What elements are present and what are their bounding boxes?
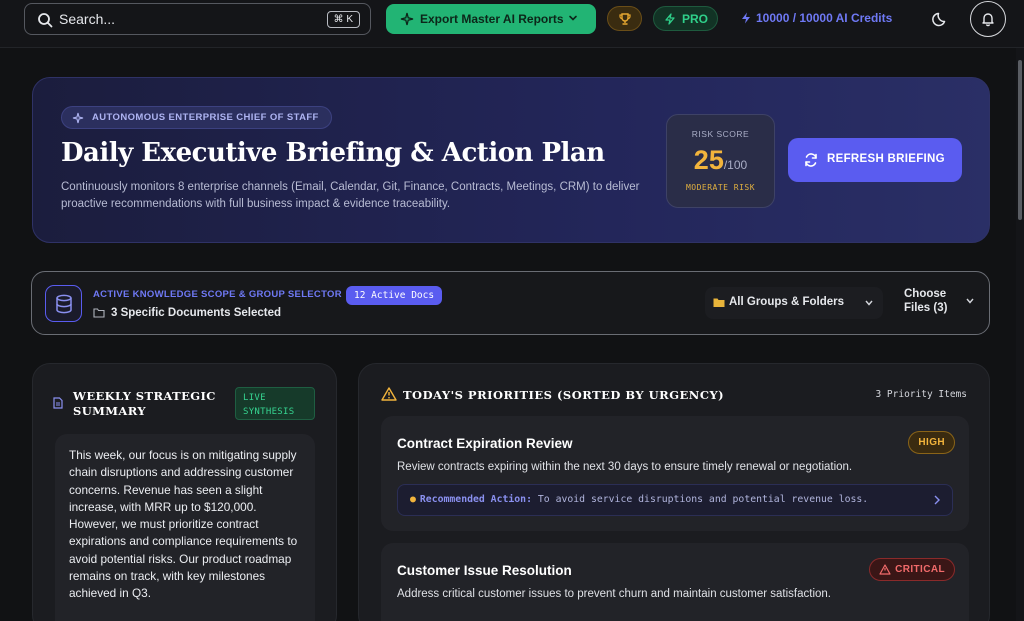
- scope-title: ACTIVE KNOWLEDGE SCOPE & GROUP SELECTOR: [93, 289, 342, 300]
- chevron-down-icon: [569, 15, 577, 21]
- recommended-action[interactable]: ● Recommended Action: To avoid service di…: [397, 484, 953, 516]
- chevron-down-icon: [966, 298, 974, 304]
- risk-score-number: 25: [693, 145, 724, 175]
- recommended-action-text: To avoid service disruptions and potenti…: [531, 494, 869, 505]
- choose-files-label: Choose Files (3): [904, 288, 948, 314]
- hero-description: Continuously monitors 8 enterprise chann…: [61, 181, 640, 210]
- risk-score-card: RISK SCORE 25/100 MODERATE RISK: [666, 114, 775, 208]
- export-reports-label: Export Master AI Reports: [420, 12, 564, 26]
- ai-credits: 10000 / 10000 AI Credits: [740, 11, 892, 25]
- selected-documents-label: 3 Specific Documents Selected: [111, 307, 282, 319]
- priority-description: Address critical customer issues to prev…: [397, 588, 831, 600]
- risk-score-label: RISK SCORE: [691, 129, 750, 139]
- folder-icon: [713, 298, 725, 307]
- trophy-icon: [619, 13, 631, 25]
- risk-score-value: 25/100: [667, 145, 774, 176]
- top-bar: Search... ⌘ K Export Master AI Reports P…: [0, 0, 1024, 48]
- page-title: Daily Executive Briefing & Action Plan: [61, 138, 605, 168]
- bolt-icon: [665, 13, 675, 25]
- briefing-hero: AUTONOMOUS ENTERPRISE CHIEF OF STAFF Dai…: [32, 77, 990, 243]
- warning-icon: [879, 564, 891, 575]
- priority-title: Customer Issue Resolution: [397, 563, 572, 578]
- choose-files-button[interactable]: Choose Files (3): [904, 287, 974, 315]
- scrollbar-thumb[interactable]: [1018, 60, 1022, 220]
- bolt-icon: [742, 12, 750, 24]
- priority-title: Contract Expiration Review: [397, 436, 573, 451]
- priorities-panel: TODAY'S PRIORITIES (SORTED BY URGENCY) 3…: [358, 363, 990, 621]
- database-icon-box: [45, 285, 82, 322]
- export-reports-button[interactable]: Export Master AI Reports: [386, 4, 596, 34]
- sparkle-icon: [400, 12, 414, 26]
- refresh-icon: [805, 153, 817, 167]
- page-scrollbar[interactable]: [1016, 48, 1024, 621]
- pro-badge[interactable]: PRO: [653, 6, 718, 31]
- refresh-briefing-label: REFRESH BRIEFING: [827, 153, 945, 165]
- notifications-button[interactable]: [970, 1, 1006, 37]
- search-box[interactable]: Search... ⌘ K: [24, 3, 371, 35]
- priorities-title: TODAY'S PRIORITIES (SORTED BY URGENCY): [403, 388, 725, 402]
- priority-card[interactable]: Contract Expiration Review HIGH Review c…: [381, 416, 969, 531]
- selected-documents: 3 Specific Documents Selected: [93, 307, 281, 319]
- bell-icon: [982, 13, 994, 27]
- refresh-briefing-button[interactable]: REFRESH BRIEFING: [788, 138, 962, 182]
- priority-badge-critical: CRITICAL: [869, 558, 955, 581]
- live-synthesis-badge: LIVE SYNTHESIS: [235, 387, 315, 420]
- risk-level: MODERATE RISK: [685, 183, 756, 192]
- search-shortcut: ⌘ K: [326, 11, 360, 28]
- risk-score-max: /100: [723, 158, 748, 172]
- weekly-summary-title: WEEKLY STRATEGIC SUMMARY: [73, 389, 216, 418]
- knowledge-scope-bar: ACTIVE KNOWLEDGE SCOPE & GROUP SELECTOR …: [31, 271, 990, 335]
- priority-description: Review contracts expiring within the nex…: [397, 461, 853, 473]
- database-icon: [56, 294, 72, 314]
- ai-credits-label: 10000 / 10000 AI Credits: [756, 11, 893, 25]
- priority-badge-critical-label: CRITICAL: [895, 564, 945, 575]
- warning-icon: [381, 387, 397, 401]
- sparkle-icon: [72, 112, 84, 124]
- active-docs-badge: 12 Active Docs: [346, 286, 443, 305]
- chevron-down-icon: [865, 300, 873, 306]
- pro-label: PRO: [682, 12, 709, 26]
- achievements-button[interactable]: [607, 6, 642, 31]
- hero-badge: AUTONOMOUS ENTERPRISE CHIEF OF STAFF: [61, 106, 332, 129]
- document-icon: [53, 397, 63, 409]
- priority-count: 3 Priority Items: [875, 389, 967, 400]
- priority-badge-high: HIGH: [908, 431, 955, 454]
- moon-icon[interactable]: [932, 10, 950, 28]
- search-icon: [38, 13, 53, 28]
- folder-icon: [93, 308, 105, 318]
- groups-folders-label: All Groups & Folders: [729, 296, 845, 308]
- priority-card[interactable]: Customer Issue Resolution CRITICAL Addre…: [381, 543, 969, 621]
- lightbulb-icon: ●: [410, 494, 416, 505]
- weekly-summary-panel: WEEKLY STRATEGIC SUMMARY LIVE SYNTHESIS …: [32, 363, 337, 621]
- chevron-right-icon: [934, 495, 940, 505]
- groups-folders-select[interactable]: All Groups & Folders: [705, 287, 883, 319]
- search-placeholder: Search...: [59, 11, 116, 27]
- recommended-action-key: Recommended Action:: [419, 494, 532, 505]
- hero-badge-label: AUTONOMOUS ENTERPRISE CHIEF OF STAFF: [92, 112, 319, 123]
- weekly-summary-text: This week, our focus is on mitigating su…: [55, 434, 315, 621]
